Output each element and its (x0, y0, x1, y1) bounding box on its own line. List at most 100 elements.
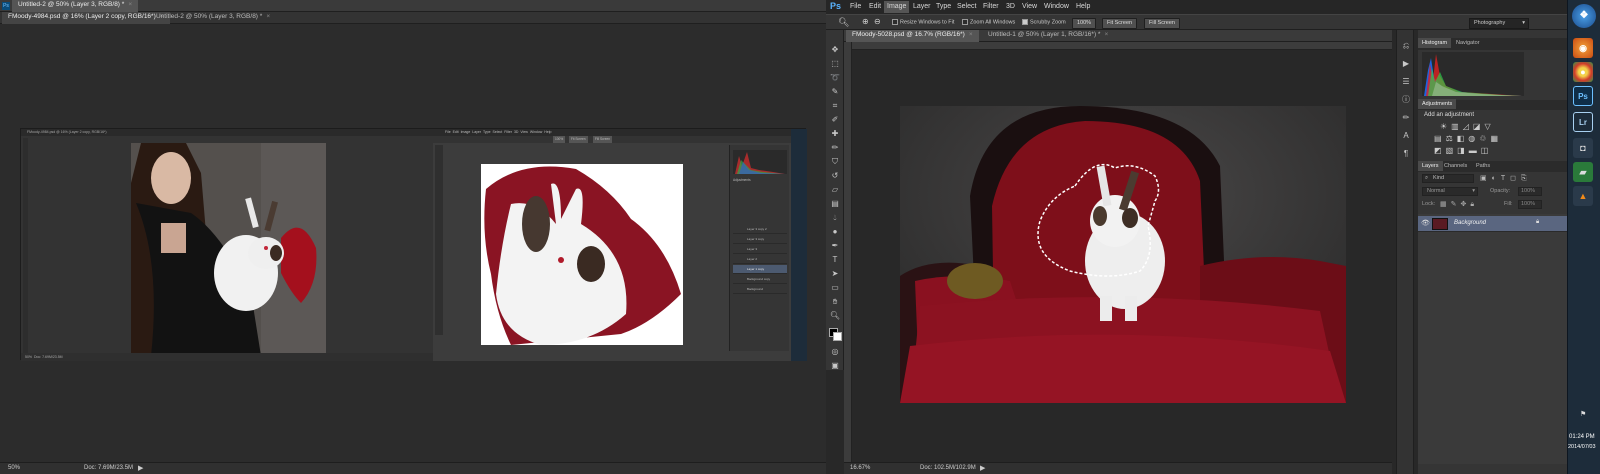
zoom-100-button[interactable]: 100% (1072, 18, 1097, 29)
lightroom-taskbar-icon[interactable]: Lr (1573, 112, 1593, 132)
zoom-tool-icon[interactable]: 🔍︎ (838, 17, 849, 28)
smart-filter-icon[interactable]: ⎘ (1521, 175, 1532, 182)
brightness-icon[interactable]: ☀ (1440, 122, 1451, 131)
brush-tool-icon[interactable]: ✏ (829, 142, 841, 153)
invert-icon[interactable]: ◩ (1434, 146, 1446, 155)
tab-layers[interactable]: Layers (1418, 161, 1443, 171)
eyedropper-tool-icon[interactable]: ✐ (829, 114, 841, 125)
photoshop-taskbar-icon[interactable]: Ps (1573, 86, 1593, 106)
menu-window[interactable]: Window (1044, 3, 1069, 10)
tray-flag-icon[interactable]: ⚑ (1580, 410, 1586, 418)
menu-3d[interactable]: 3D (1006, 3, 1015, 10)
tab-paths[interactable]: Paths (1472, 161, 1494, 171)
tab-untitled-1[interactable]: Untitled-1 @ 50% (Layer 1, RGB/16*) * × (982, 30, 1114, 42)
type-filter-icon[interactable]: T (1501, 175, 1510, 182)
menu-edit[interactable]: Edit (869, 3, 881, 10)
menu-type[interactable]: Type (936, 3, 951, 10)
close-icon[interactable]: × (969, 31, 973, 38)
resize-windows-checkbox[interactable]: Resize Windows to Fit (892, 19, 954, 25)
menu-layer[interactable]: Layer (913, 3, 931, 10)
canvas-area[interactable] (852, 50, 1392, 462)
lookup-icon[interactable]: ▦ (1490, 134, 1502, 143)
tab-untitled-2[interactable]: Untitled-2 @ 50% (Layer 3, RGB/8) * × (150, 12, 276, 24)
properties-panel-icon[interactable]: ☰ (1400, 76, 1412, 87)
folder-green-icon[interactable]: ▰ (1573, 162, 1593, 182)
fill-screen-button[interactable]: Fill Screen (1144, 18, 1180, 29)
type-tool-icon[interactable]: T (829, 254, 841, 265)
history-panel-icon[interactable]: ⎌ (1400, 40, 1412, 51)
photo-rabbit-on-red-chair[interactable] (900, 106, 1346, 403)
pixel-filter-icon[interactable]: ▣ (1480, 175, 1492, 182)
status-arrow-icon[interactable]: ▶ (980, 464, 985, 472)
balance-icon[interactable]: ⚖ (1446, 134, 1457, 143)
left-zoom-readout[interactable]: 50% (8, 465, 20, 471)
curves-icon[interactable]: ◿ (1463, 122, 1473, 131)
levels-icon[interactable]: ▥ (1451, 122, 1463, 131)
tab-histogram[interactable]: Histogram (1418, 38, 1452, 48)
blend-mode-select[interactable]: Normal ▾ (1422, 187, 1478, 196)
screen-mode-icon[interactable]: ▣ (829, 360, 841, 371)
paragraph-panel-icon[interactable]: ¶ (1400, 148, 1412, 159)
selective-color-icon[interactable]: ◫ (1481, 146, 1493, 155)
posterize-icon[interactable]: ▧ (1446, 146, 1458, 155)
tab-navigator[interactable]: Navigator (1452, 38, 1484, 48)
background-color-swatch[interactable] (833, 332, 842, 341)
tab-fmoody-5028[interactable]: FMoody-5028.psd @ 16.7% (RGB/16*) × (846, 30, 979, 42)
tab-left-untitled-2[interactable]: Untitled-2 @ 50% (Layer 3, RGB/8) * × (12, 0, 139, 12)
zoom-out-icon[interactable]: ⊖ (874, 17, 881, 26)
actions-panel-icon[interactable]: ▶ (1400, 58, 1412, 69)
zoom-all-checkbox[interactable]: Zoom All Windows (962, 19, 1015, 25)
photo-filter-icon[interactable]: ◍ (1468, 134, 1479, 143)
layer-row-background[interactable]: 👁︎ Background 🔒︎ (1418, 216, 1567, 232)
hue-icon[interactable]: ▤ (1434, 134, 1446, 143)
stamp-tool-icon[interactable]: ⛉ (829, 156, 841, 167)
zoom-tool-side-icon[interactable]: 🔍︎ (829, 310, 841, 321)
healing-tool-icon[interactable]: ✚ (829, 128, 841, 139)
visibility-eye-icon[interactable]: 👁︎ (1421, 219, 1430, 227)
clock-date[interactable]: 2014/07/03 (1568, 444, 1596, 450)
zoom-in-icon[interactable]: ⊕ (862, 17, 869, 26)
close-icon[interactable]: × (128, 1, 132, 8)
quick-select-tool-icon[interactable]: ✎ (829, 86, 841, 97)
menu-image[interactable]: Image (884, 1, 910, 13)
hand-tool-icon[interactable]: ✋︎ (829, 296, 841, 307)
tab-channels[interactable]: Channels (1440, 161, 1471, 171)
menu-select[interactable]: Select (957, 3, 976, 10)
menu-filter[interactable]: Filter (983, 3, 999, 10)
lock-paint-icon[interactable]: ✎ (1451, 201, 1461, 208)
crop-tool-icon[interactable]: ⌗ (829, 100, 841, 111)
close-icon[interactable]: × (266, 13, 270, 20)
move-tool-icon[interactable]: ✥ (829, 44, 841, 55)
fit-screen-button[interactable]: Fit Screen (1102, 18, 1138, 29)
tab-adjustments[interactable]: Adjustments (1418, 99, 1457, 109)
quick-mask-icon[interactable]: ◎ (829, 346, 841, 357)
brush-panel-icon[interactable]: ✏ (1400, 112, 1412, 123)
tab-fmoody-4984[interactable]: FMoody-4984.psd @ 16% (Layer 2 copy, RGB… (2, 12, 170, 24)
mixer-icon[interactable]: ♲ (1479, 134, 1490, 143)
firefox-icon[interactable]: ◉ (1573, 38, 1593, 58)
close-icon[interactable]: × (1104, 31, 1108, 38)
info-panel-icon[interactable]: ⓘ (1400, 94, 1412, 105)
lock-pixels-icon[interactable]: ▦ (1440, 201, 1451, 208)
status-arrow-icon[interactable]: ▶ (138, 464, 143, 472)
gradient-map-icon[interactable]: ▬ (1469, 146, 1481, 155)
chrome-icon[interactable]: ● (1573, 62, 1593, 82)
layer-name[interactable]: Background (1454, 220, 1486, 226)
camera-icon[interactable]: ◘ (1573, 138, 1593, 158)
blur-tool-icon[interactable]: 💧︎ (829, 212, 841, 223)
lock-all-icon[interactable]: 🔒︎ (1470, 201, 1478, 208)
history-brush-icon[interactable]: ↺ (829, 170, 841, 181)
shape-tool-icon[interactable]: ▭ (829, 282, 841, 293)
workspace-select[interactable]: Photography ▾ (1469, 18, 1529, 29)
scrubby-zoom-checkbox[interactable]: Scrubby Zoom (1022, 19, 1066, 25)
adjustment-filter-icon[interactable]: ◐ (1492, 175, 1501, 182)
windows-start-button[interactable]: ❖ (1572, 4, 1596, 28)
shape-filter-icon[interactable]: ◻ (1510, 175, 1521, 182)
menu-file[interactable]: File (850, 3, 861, 10)
lasso-tool-icon[interactable]: ➰ (829, 72, 841, 83)
character-panel-icon[interactable]: A (1400, 130, 1412, 141)
layer-kind-filter[interactable]: ⌕ Kind (1422, 174, 1474, 183)
opacity-field[interactable]: 100% (1518, 187, 1542, 196)
right-zoom-readout[interactable]: 16.67% (850, 465, 870, 471)
fill-field[interactable]: 100% (1518, 200, 1542, 209)
